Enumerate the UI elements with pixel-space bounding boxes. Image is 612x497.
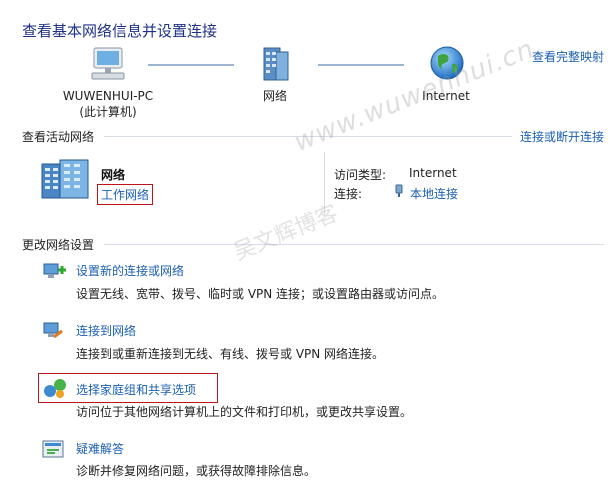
connect-network-icon[interactable] xyxy=(40,319,68,345)
network-icon[interactable] xyxy=(256,44,294,84)
network-node-label: 网络 xyxy=(262,89,287,103)
access-type-value: Internet xyxy=(409,166,457,180)
network-type-highlight: 工作网络 xyxy=(97,184,154,205)
network-type-link[interactable]: 工作网络 xyxy=(101,188,149,202)
watermark-secondary: 吴文辉博客 xyxy=(230,201,342,266)
change-settings-heading: 更改网络设置 xyxy=(22,238,95,252)
computer-name-label: WUWENHUI-PC xyxy=(62,89,154,103)
view-full-map-link[interactable]: 查看完整映射 xyxy=(532,48,604,65)
connect-disconnect-link[interactable]: 连接或断开连接 xyxy=(520,128,604,145)
map-connection-line xyxy=(318,64,404,66)
access-type-label: 访问类型: xyxy=(334,168,387,182)
troubleshoot-icon[interactable] xyxy=(40,438,68,462)
connection-label: 连接: xyxy=(334,187,363,201)
page-title: 查看基本网络信息并设置连接 xyxy=(22,22,218,40)
computer-icon[interactable] xyxy=(88,44,128,84)
troubleshoot-link[interactable]: 疑难解答 xyxy=(76,440,124,457)
new-connection-icon[interactable] xyxy=(40,258,68,284)
task-description: 访问位于其他网络计算机上的文件和打印机，或更改共享设置。 xyxy=(76,405,413,419)
setup-new-connection-link[interactable]: 设置新的连接或网络 xyxy=(76,262,184,279)
connect-to-network-link[interactable]: 连接到网络 xyxy=(76,322,136,339)
watermark: www.wuwenhui.cn xyxy=(290,34,539,158)
homegroup-sharing-link[interactable]: 选择家庭组和共享选项 xyxy=(76,381,196,398)
computer-sub-label: (此计算机) xyxy=(79,105,137,119)
task-description: 连接到或重新连接到无线、有线、拨号或 VPN 网络连接。 xyxy=(76,347,385,361)
map-connection-line xyxy=(148,64,234,66)
network-building-icon xyxy=(40,158,92,200)
active-networks-heading: 查看活动网络 xyxy=(22,130,95,144)
homegroup-icon[interactable] xyxy=(42,376,68,400)
task-description: 设置无线、宽带、拨号、临时或 VPN 连接；或设置路由器或访问点。 xyxy=(76,287,445,301)
section-divider xyxy=(104,244,604,245)
local-connection-link[interactable]: 本地连接 xyxy=(410,185,458,202)
active-network-name: 网络 xyxy=(101,168,126,182)
ethernet-icon xyxy=(393,184,405,198)
task-description: 诊断并修复网络问题，或获得故障排除信息。 xyxy=(76,464,317,478)
